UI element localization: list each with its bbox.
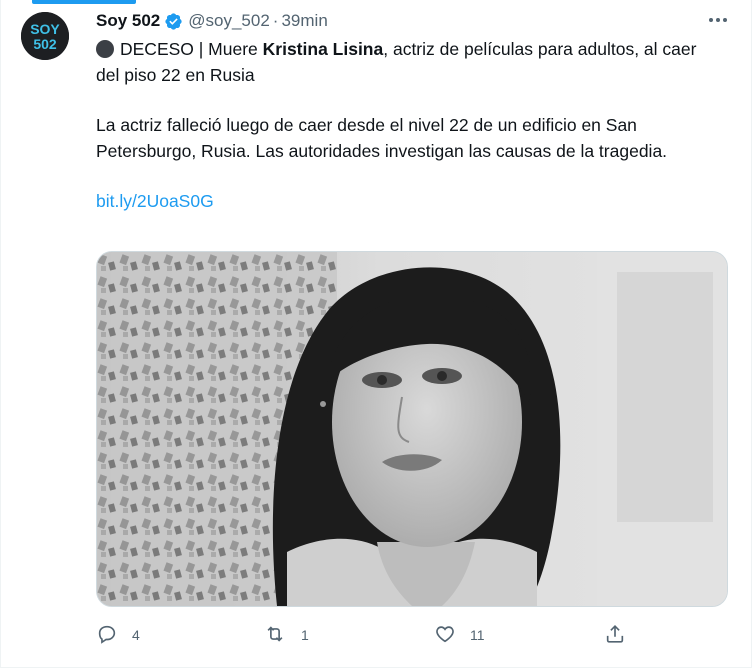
tweet-actions: 4 1 11 — [96, 620, 636, 650]
share-icon — [604, 623, 626, 648]
timestamp[interactable]: 39min — [281, 11, 327, 31]
retweet-icon — [263, 623, 287, 648]
retweet-count: 1 — [301, 627, 309, 643]
heart-icon — [434, 623, 456, 648]
reply-count: 4 — [132, 627, 140, 643]
like-count: 11 — [470, 627, 485, 643]
headline-prefix: DECESO | Muere — [120, 39, 263, 59]
timeline-border-left — [0, 0, 1, 668]
verified-badge-icon — [164, 12, 183, 31]
tweet-paragraph: La actriz falleció luego de caer desde e… — [96, 115, 668, 161]
active-tab-indicator — [32, 0, 136, 4]
tweet-text: DECESO | Muere Kristina Lisina, actriz d… — [96, 36, 724, 214]
avatar[interactable]: SOY 502 — [21, 12, 69, 60]
tweet-photo[interactable] — [96, 251, 728, 607]
avatar-text-bottom: 502 — [33, 36, 57, 52]
user-handle[interactable]: @soy_502 — [188, 11, 270, 31]
retweet-button[interactable]: 1 — [263, 620, 309, 650]
share-button[interactable] — [604, 620, 626, 650]
more-dots-icon[interactable] — [706, 10, 730, 30]
separator-dot: · — [272, 11, 279, 30]
like-button[interactable]: 11 — [434, 620, 485, 650]
reply-button[interactable]: 4 — [96, 620, 140, 650]
tweet-link[interactable]: bit.ly/2UoaS0G — [96, 191, 214, 211]
tweet-header: Soy 502 @soy_502 · 39min — [96, 9, 722, 33]
avatar-text-top: SOY — [30, 21, 60, 37]
tweet-headline: DECESO | Muere Kristina Lisina, actriz d… — [96, 36, 724, 88]
headline-bold-name: Kristina Lisina — [262, 39, 384, 59]
display-name[interactable]: Soy 502 — [96, 11, 160, 31]
reply-icon — [96, 623, 118, 648]
black-circle-emoji-icon — [96, 40, 114, 58]
